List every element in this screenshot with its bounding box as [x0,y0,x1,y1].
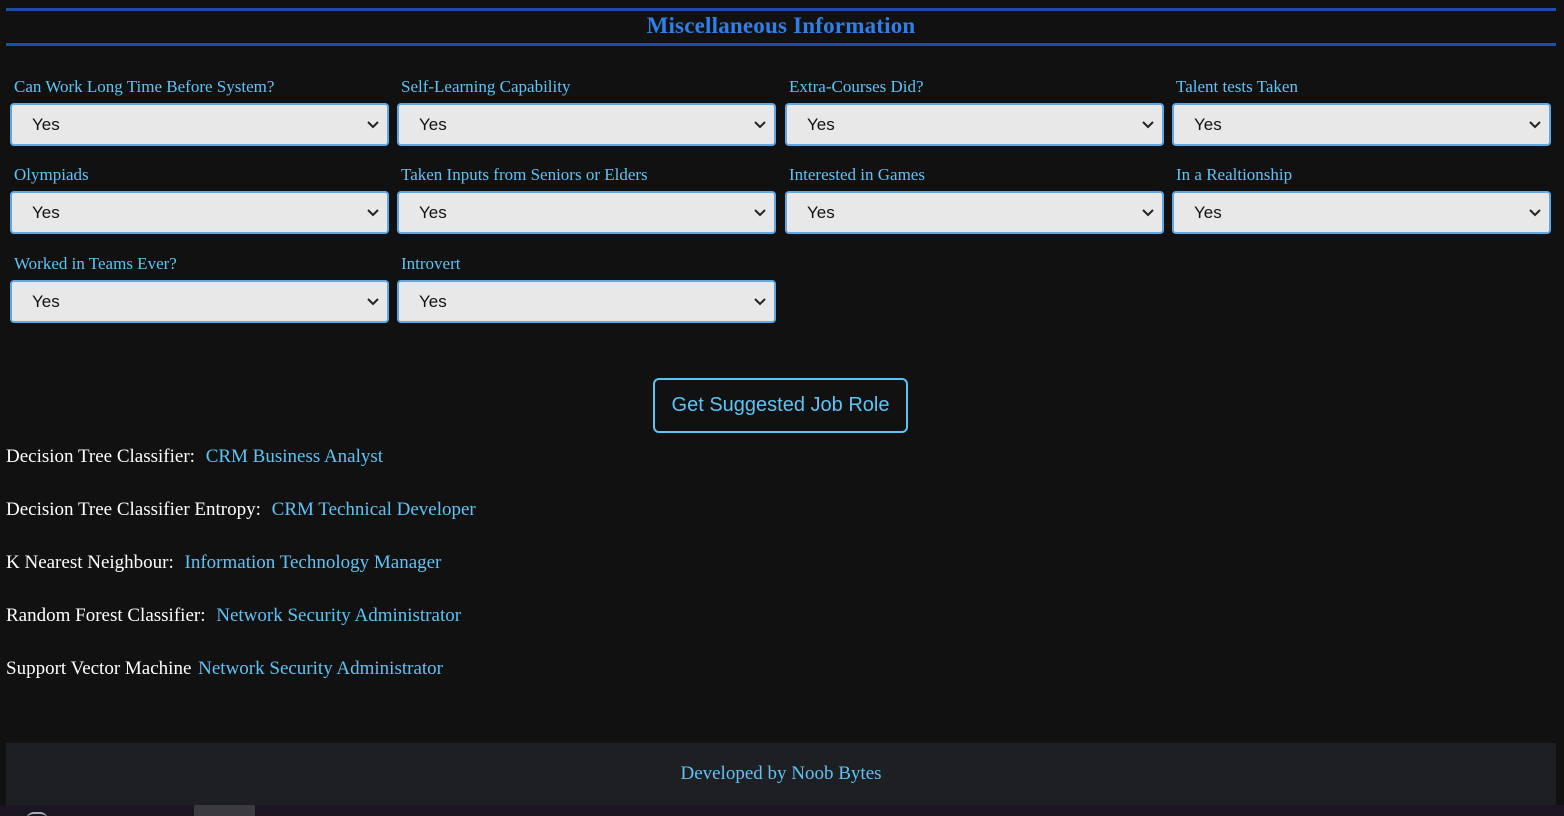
select-value: Yes [1194,114,1222,134]
result-value: Information Technology Manager [184,552,442,573]
section-header: Miscellaneous Information [6,8,1556,46]
field-games: Interested in Games Yes [785,164,1164,234]
result-label: Decision Tree Classifier Entropy: [6,499,261,520]
field-label: Can Work Long Time Before System? [14,77,275,96]
select-value: Yes [419,114,447,134]
get-suggested-job-role-button[interactable]: Get Suggested Job Role [653,378,908,433]
chevron-down-icon [1142,119,1154,131]
introvert-select[interactable]: Yes [397,280,776,323]
field-label: Worked in Teams Ever? [14,254,177,273]
field-label: In a Realtionship [1176,165,1293,184]
chevron-down-icon [1142,207,1154,219]
footer: Developed by Noob Bytes [6,743,1556,805]
field-label: Talent tests Taken [1176,77,1298,96]
result-decision-tree-entropy: Decision Tree Classifier Entropy: CRM Te… [6,499,476,521]
field-label: Taken Inputs from Seniors or Elders [401,165,648,184]
field-introvert: Introvert Yes [397,253,776,323]
select-value: Yes [807,114,835,134]
result-value: Network Security Administrator [198,658,443,679]
section-title: Miscellaneous Information [646,13,916,38]
extra-courses-select[interactable]: Yes [785,103,1164,146]
field-label: Introvert [401,254,461,273]
result-svm: Support Vector Machine Network Security … [6,658,443,680]
page: Miscellaneous Information Can Work Long … [0,0,1564,816]
result-value: Network Security Administrator [216,605,462,626]
field-olympiads: Olympiads Yes [10,164,389,234]
chevron-down-icon [367,119,379,131]
relationship-select[interactable]: Yes [1172,191,1551,234]
result-decision-tree: Decision Tree Classifier: CRM Business A… [6,446,383,468]
field-label: Interested in Games [789,165,925,184]
taskbar-app-icon[interactable] [26,812,48,816]
field-self-learning: Self-Learning Capability Yes [397,76,776,146]
select-value: Yes [807,202,835,222]
result-knn: K Nearest Neighbour: Information Technol… [6,552,441,574]
result-label: Decision Tree Classifier: [6,446,195,467]
result-value: CRM Business Analyst [205,446,384,467]
select-value: Yes [32,291,60,311]
games-select[interactable]: Yes [785,191,1164,234]
select-value: Yes [1194,202,1222,222]
taskbar [0,805,1564,816]
result-label: Support Vector Machine [6,658,192,679]
field-label: Olympiads [14,165,89,184]
result-value: CRM Technical Developer [271,499,476,520]
chevron-down-icon [754,296,766,308]
chevron-down-icon [367,207,379,219]
select-value: Yes [419,202,447,222]
olympiads-select[interactable]: Yes [10,191,389,234]
field-teams: Worked in Teams Ever? Yes [10,253,389,323]
chevron-down-icon [754,207,766,219]
self-learning-select[interactable]: Yes [397,103,776,146]
chevron-down-icon [1529,119,1541,131]
field-seniors-inputs: Taken Inputs from Seniors or Elders Yes [397,164,776,234]
chevron-down-icon [367,296,379,308]
footer-text: Developed by Noob Bytes [680,763,882,784]
field-long-time: Can Work Long Time Before System? Yes [10,76,389,146]
result-label: Random Forest Classifier: [6,605,206,626]
field-extra-courses: Extra-Courses Did? Yes [785,76,1164,146]
taskbar-active-item[interactable] [194,805,255,816]
chevron-down-icon [754,119,766,131]
field-label: Extra-Courses Did? [789,77,924,96]
field-relationship: In a Realtionship Yes [1172,164,1551,234]
seniors-inputs-select[interactable]: Yes [397,191,776,234]
field-talent-tests: Talent tests Taken Yes [1172,76,1551,146]
result-label: K Nearest Neighbour: [6,552,174,573]
result-random-forest: Random Forest Classifier: Network Securi… [6,605,461,627]
field-label: Self-Learning Capability [401,77,571,96]
select-value: Yes [419,291,447,311]
chevron-down-icon [1529,207,1541,219]
long-time-select[interactable]: Yes [10,103,389,146]
teams-select[interactable]: Yes [10,280,389,323]
talent-tests-select[interactable]: Yes [1172,103,1551,146]
select-value: Yes [32,202,60,222]
select-value: Yes [32,114,60,134]
